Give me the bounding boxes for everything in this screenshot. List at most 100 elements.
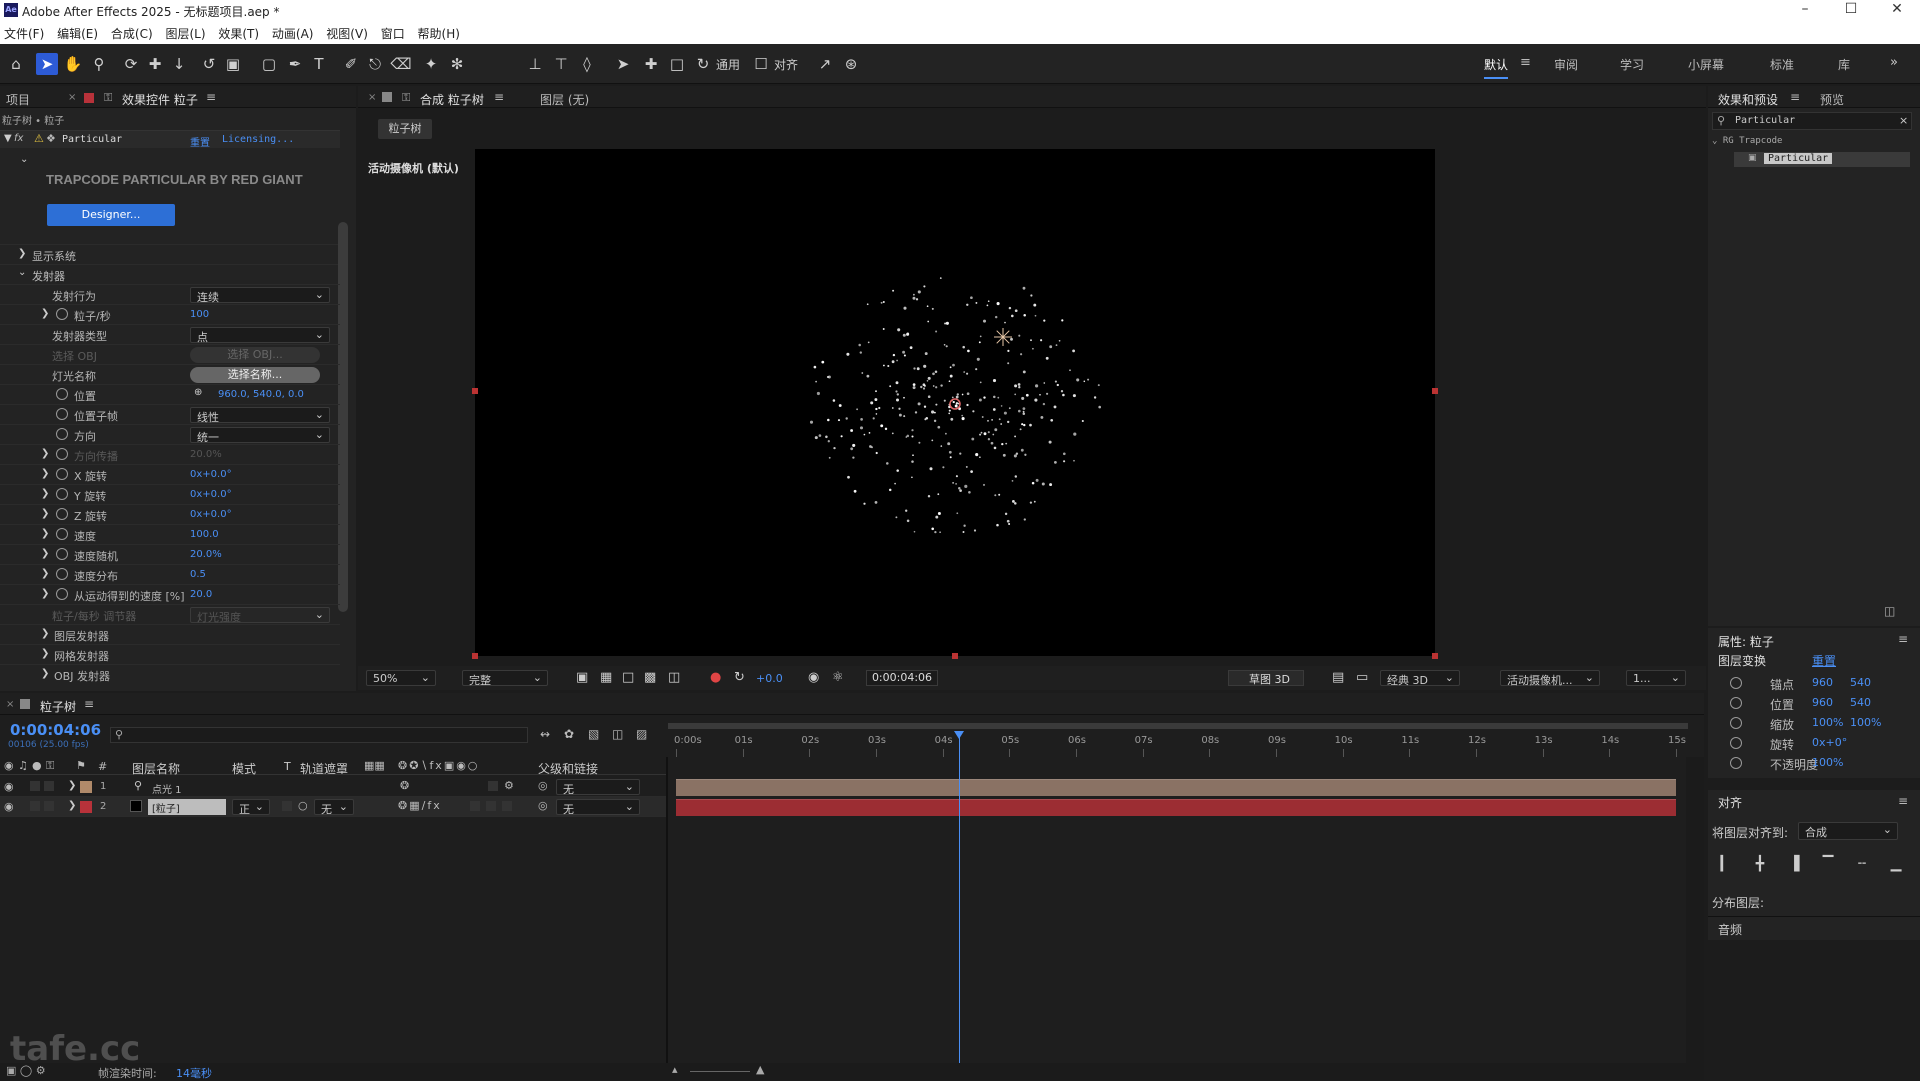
chevron-right-icon[interactable]: ❯ [41, 468, 49, 479]
layer-name[interactable]: [粒子] [148, 799, 226, 815]
transform-value[interactable]: 100% [1850, 716, 1881, 729]
eraser-tool-icon[interactable]: ⌫ [390, 53, 412, 75]
reset-exposure-icon[interactable]: ↻ [734, 670, 745, 685]
frame-handle[interactable] [472, 388, 478, 394]
lock-icon[interactable]: ⚿ [46, 759, 54, 773]
group-emitter[interactable]: ⌄ 发射器 [0, 264, 340, 284]
work-area-bar[interactable] [668, 723, 1688, 729]
property-value[interactable]: 0x+0.0° [190, 509, 232, 520]
label-color[interactable] [80, 801, 92, 813]
designer-button[interactable]: Designer... [47, 204, 175, 226]
workspace-review[interactable]: 审阅 [1554, 56, 1578, 73]
transform-value[interactable]: 100% [1812, 756, 1843, 769]
chevron-right-icon[interactable]: ❯ [41, 588, 49, 599]
lock-box[interactable] [44, 801, 54, 811]
t-header[interactable]: T [284, 760, 291, 773]
property-value[interactable]: 0x+0.0° [190, 489, 232, 500]
property-value[interactable]: 960.0, 540.0, 0.0 [218, 389, 304, 400]
eye-icon[interactable]: ◉ [4, 800, 14, 813]
panel-menu-icon[interactable]: ≡ [1898, 794, 1908, 808]
property-row[interactable]: 位置 ⊕ 960.0, 540.0, 0.0 [0, 384, 340, 404]
workspace-library[interactable]: 库 [1838, 56, 1850, 73]
rectangle-tool-icon[interactable]: ▢ [258, 53, 280, 75]
label-color[interactable] [80, 781, 92, 793]
camera-dropdown[interactable]: 活动摄像机... ⌄ [1500, 670, 1600, 687]
stopwatch-icon[interactable] [1730, 697, 1742, 709]
property-row[interactable]: ❯ 图层发射器 [0, 624, 340, 644]
property-row[interactable]: ❯ 速度分布 0.5 [0, 564, 340, 584]
chevron-right-icon[interactable]: ❯ [41, 628, 49, 639]
snap-icon[interactable]: ↗ [814, 53, 836, 75]
menu-file[interactable]: 文件(F) [0, 22, 49, 42]
workspace-menu-icon[interactable]: ≡ [1520, 55, 1531, 70]
3d-scale-icon[interactable]: □ [666, 53, 688, 75]
chevron-right-icon[interactable]: ❯ [41, 528, 49, 539]
track-matte-dropdown[interactable]: 无 ⌄ [314, 799, 354, 816]
tab-timeline[interactable]: 粒子树 [40, 698, 76, 715]
timeline-scrollbar[interactable] [1686, 757, 1704, 1077]
rotate-tool-icon[interactable]: ↺ [198, 53, 220, 75]
solo-icon[interactable]: ● [32, 759, 42, 772]
property-row[interactable]: 位置子帧 线性 ⌄ [0, 404, 340, 424]
close-tab-icon[interactable]: × [68, 92, 76, 103]
layer-duration-bar[interactable] [676, 799, 1676, 816]
stopwatch-icon[interactable] [56, 408, 68, 420]
comp-breadcrumb-chip[interactable]: 粒子树 [378, 119, 432, 139]
layer-name-header[interactable]: 图层名称 [132, 760, 180, 777]
orbit-tool-icon[interactable]: ⟳ [120, 53, 142, 75]
property-value[interactable]: 100 [190, 309, 209, 320]
property-dropdown[interactable]: 灯光强度 ⌄ [190, 607, 330, 624]
layer-name[interactable]: 点光 1 [152, 781, 182, 796]
new-folder-icon[interactable]: ◫ [1884, 604, 1895, 618]
effects-search-field[interactable]: ⚲ Particular × [1712, 112, 1912, 130]
draft-3d-button[interactable]: 草图 3D [1228, 670, 1304, 686]
stopwatch-icon[interactable] [1730, 677, 1742, 689]
collapse-arrow-icon[interactable]: ▼ [4, 133, 12, 144]
property-row[interactable]: ❯ 速度 100.0 [0, 524, 340, 544]
eye-icon[interactable]: ◉ [4, 759, 14, 772]
pan-tool-icon[interactable]: ✚ [144, 53, 166, 75]
transform-value[interactable]: 540 [1850, 676, 1871, 689]
pen-tool-icon[interactable]: ✒ [284, 53, 306, 75]
type-tool-icon[interactable]: T [308, 53, 330, 75]
crosshair-icon[interactable]: ⊕ [194, 387, 202, 398]
menu-layer[interactable]: 图层(L) [161, 22, 210, 42]
stopwatch-icon[interactable] [56, 548, 68, 560]
guides-icon[interactable]: ▩ [644, 670, 656, 685]
property-row[interactable]: 发射器类型点 ⌄ [0, 324, 340, 344]
transform-value[interactable]: 960 [1812, 696, 1833, 709]
stopwatch-icon[interactable] [56, 388, 68, 400]
layer-row[interactable]: ◉ ❯ 2 [粒子] 正 ⌄ ○ 无 ⌄ ❂▦∕fx ◎ 无 ⌄ [0, 797, 666, 817]
menu-view[interactable]: 视图(V) [322, 22, 373, 42]
property-row[interactable]: 发射行为 连续 ⌄ [0, 284, 340, 304]
solo-box[interactable] [30, 801, 40, 811]
frame-handle[interactable] [472, 653, 478, 659]
switch-box[interactable] [486, 801, 496, 811]
workspace-standard[interactable]: 标准 [1770, 56, 1794, 73]
zoom-out-icon[interactable]: ▴ [672, 1063, 678, 1076]
region-of-interest-icon[interactable]: ▣ [576, 670, 588, 685]
close-tab-icon[interactable]: × [6, 699, 14, 710]
property-row[interactable]: ❯ Z 旋转 0x+0.0° [0, 504, 340, 524]
property-value[interactable]: 20.0% [190, 449, 222, 460]
3d-ground-plane-icon[interactable]: ▤ [1332, 670, 1344, 685]
stopwatch-icon[interactable] [56, 428, 68, 440]
align-left-icon[interactable]: ▎ [1718, 856, 1734, 872]
stopwatch-icon[interactable] [56, 468, 68, 480]
chevron-right-icon[interactable]: ❯ [41, 548, 49, 559]
chevron-right-icon[interactable]: ❯ [41, 488, 49, 499]
menu-animation[interactable]: 动画(A) [268, 22, 319, 42]
panel-menu-icon[interactable]: ≡ [1790, 90, 1800, 104]
pickwhip-icon[interactable]: ◎ [538, 779, 548, 792]
align-vcenter-icon[interactable]: ╌ [1854, 856, 1870, 872]
pan-behind-tool-icon[interactable]: ▣ [222, 53, 244, 75]
parent-dropdown[interactable]: 无 ⌄ [556, 779, 640, 796]
show-snapshot-icon[interactable]: ⚛ [832, 670, 844, 685]
solo-box[interactable] [30, 781, 40, 791]
renderer-dropdown[interactable]: 经典 3D ⌄ [1380, 670, 1460, 687]
roto-brush-icon[interactable]: ✦ [420, 53, 442, 75]
transform-value[interactable]: 100% [1812, 716, 1843, 729]
panel-menu-icon[interactable]: ≡ [84, 697, 94, 711]
property-dropdown[interactable]: 点 ⌄ [190, 327, 330, 344]
layer-duration-bar[interactable] [676, 779, 1676, 796]
